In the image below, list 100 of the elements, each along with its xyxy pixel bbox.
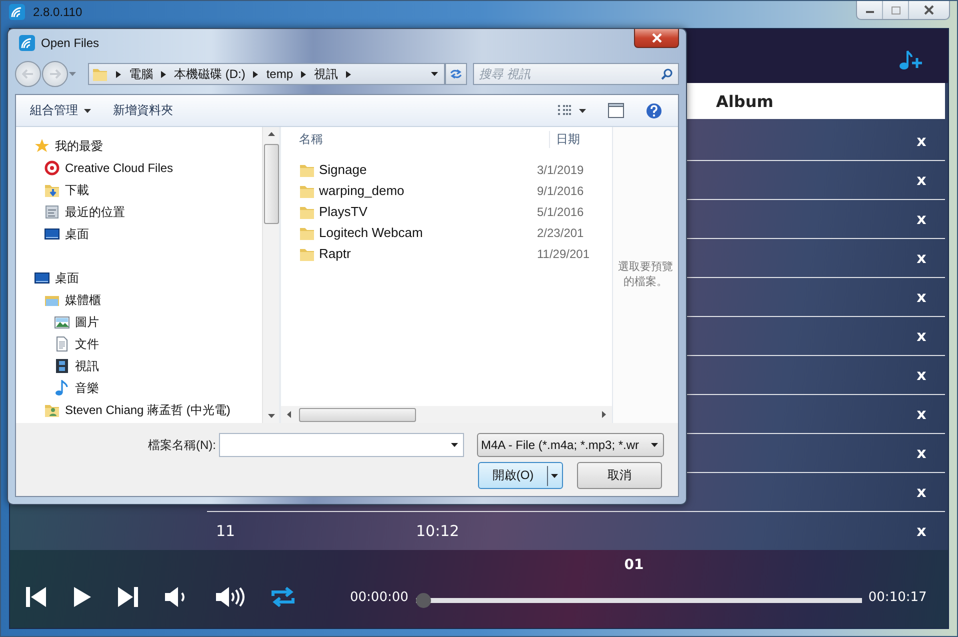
file-item[interactable]: PlaysTV: [281, 204, 537, 220]
column-header[interactable]: 名稱: [281, 130, 550, 148]
breadcrumb-item[interactable]: temp: [266, 67, 294, 81]
nav-item[interactable]: 桌面: [16, 267, 262, 289]
nav-item[interactable]: 我的最愛: [16, 135, 262, 157]
file-item[interactable]: Signage: [281, 162, 537, 178]
file-item[interactable]: warping_demo: [281, 182, 537, 198]
date-cell: 5/1/2016: [537, 204, 584, 218]
maximize-icon: [890, 6, 900, 14]
caret-icon[interactable]: [431, 72, 438, 76]
remove-button[interactable]: x: [912, 249, 930, 267]
remove-button[interactable]: x: [912, 171, 930, 189]
monitor-icon: [34, 270, 50, 286]
nav-item[interactable]: Steven Chiang 蔣孟哲 (中光電): [16, 399, 262, 421]
open-button[interactable]: 開啟(O): [478, 462, 563, 489]
refresh-button[interactable]: [445, 63, 467, 85]
chevron-icon[interactable]: [253, 70, 258, 78]
caret-icon: [84, 108, 91, 112]
slider-thumb[interactable]: [416, 592, 432, 608]
right-arrow-icon: [602, 411, 606, 418]
film-icon: [54, 358, 70, 374]
pane-icon: [608, 103, 624, 118]
search-icon: [661, 68, 673, 80]
new-folder-button[interactable]: 新增資料夾: [109, 100, 177, 121]
search-field[interactable]: 搜尋 視訊: [473, 63, 679, 85]
speaker-high-icon: [215, 585, 245, 609]
folder-arrow-icon: [44, 182, 60, 198]
down-arrow-icon: [268, 414, 274, 418]
chevron-icon[interactable]: [301, 70, 306, 78]
total-time: 00:10:17: [868, 590, 927, 604]
remove-button[interactable]: x: [912, 327, 930, 345]
recent-places-icon: [44, 204, 60, 220]
list-view-icon: [557, 104, 573, 118]
caret-icon: [651, 443, 658, 447]
remove-button[interactable]: x: [912, 366, 930, 384]
play-icon: [72, 586, 92, 608]
nav-item[interactable]: 下載: [16, 179, 262, 201]
nav-item[interactable]: 文件: [16, 333, 262, 355]
remove-button[interactable]: x: [912, 522, 930, 540]
table-cell-text: 10:12: [416, 522, 460, 540]
remove-button[interactable]: x: [912, 132, 930, 150]
app-logo-icon: [19, 35, 35, 51]
nav-item[interactable]: 最近的位置: [16, 201, 262, 223]
remove-button[interactable]: x: [912, 483, 930, 501]
help-icon: [646, 102, 662, 118]
file-item[interactable]: Raptr: [281, 246, 537, 262]
horizontal-scrollbar[interactable]: [281, 406, 612, 423]
add-music-button[interactable]: [898, 49, 924, 71]
dialog-title: Open Files: [41, 36, 100, 50]
remove-button[interactable]: x: [912, 444, 930, 462]
caret-icon: [579, 108, 586, 112]
ring-icon: [44, 160, 60, 176]
skip-forward-icon: [117, 586, 139, 608]
address-bar[interactable]: 電腦 本機磁碟 (D:) temp 視訊: [88, 63, 445, 85]
track-title: 01: [624, 556, 644, 575]
nav-item[interactable]: 視訊: [16, 355, 262, 377]
remove-button[interactable]: x: [912, 288, 930, 306]
search-input[interactable]: 搜尋 視訊: [479, 67, 661, 81]
breadcrumb-item[interactable]: 本機磁碟 (D:): [174, 66, 246, 82]
file-item[interactable]: Logitech Webcam: [281, 224, 537, 240]
nav-item[interactable]: 媒體櫃: [16, 289, 262, 311]
chevron-icon[interactable]: [161, 70, 166, 78]
document-icon: [54, 336, 70, 352]
music-note-icon: [54, 380, 70, 396]
vertical-scrollbar[interactable]: [262, 127, 279, 423]
file-type-dropdown[interactable]: M4A - File (*.m4a; *.mp3; *.wr: [477, 433, 664, 457]
left-arrow-icon: [287, 411, 291, 418]
date-cell: 2/23/201: [537, 226, 584, 240]
nav-item[interactable]: Creative Cloud Files: [16, 157, 262, 179]
skip-back-icon: [25, 586, 47, 608]
forward-button[interactable]: [42, 61, 68, 87]
column-header[interactable]: 日期: [550, 130, 580, 148]
window-title: 2.8.0.110: [33, 4, 82, 20]
column-header: Album: [716, 92, 774, 110]
back-button[interactable]: [15, 61, 41, 87]
remove-button[interactable]: x: [912, 405, 930, 423]
nav-item[interactable]: 桌面: [16, 223, 262, 245]
remove-button[interactable]: x: [912, 210, 930, 228]
close-icon: [650, 33, 662, 43]
breadcrumb-item[interactable]: 視訊: [314, 66, 338, 82]
nav-item[interactable]: 圖片: [16, 311, 262, 333]
folder-icon: [92, 66, 108, 82]
scroll-thumb[interactable]: [264, 144, 278, 224]
close-button[interactable]: [634, 29, 679, 48]
caret-icon: [451, 443, 458, 447]
chevron-icon[interactable]: [116, 70, 121, 78]
chevron-icon[interactable]: [346, 70, 352, 78]
cancel-button[interactable]: 取消: [577, 462, 662, 489]
up-arrow-icon: [268, 132, 274, 136]
refresh-icon: [449, 68, 463, 80]
app-logo-icon: [9, 4, 25, 20]
breadcrumb-item[interactable]: 電腦: [129, 66, 153, 82]
filename-label: 檔案名稱(N):: [147, 436, 217, 454]
caret-icon: [551, 474, 558, 478]
nav-item[interactable]: 音樂: [16, 377, 262, 399]
right-arrow-icon: [49, 69, 61, 79]
filename-field[interactable]: [219, 433, 464, 457]
organize-button[interactable]: 組合管理: [26, 100, 95, 121]
scroll-thumb[interactable]: [299, 408, 416, 422]
table-cell-text: 11: [216, 522, 236, 540]
